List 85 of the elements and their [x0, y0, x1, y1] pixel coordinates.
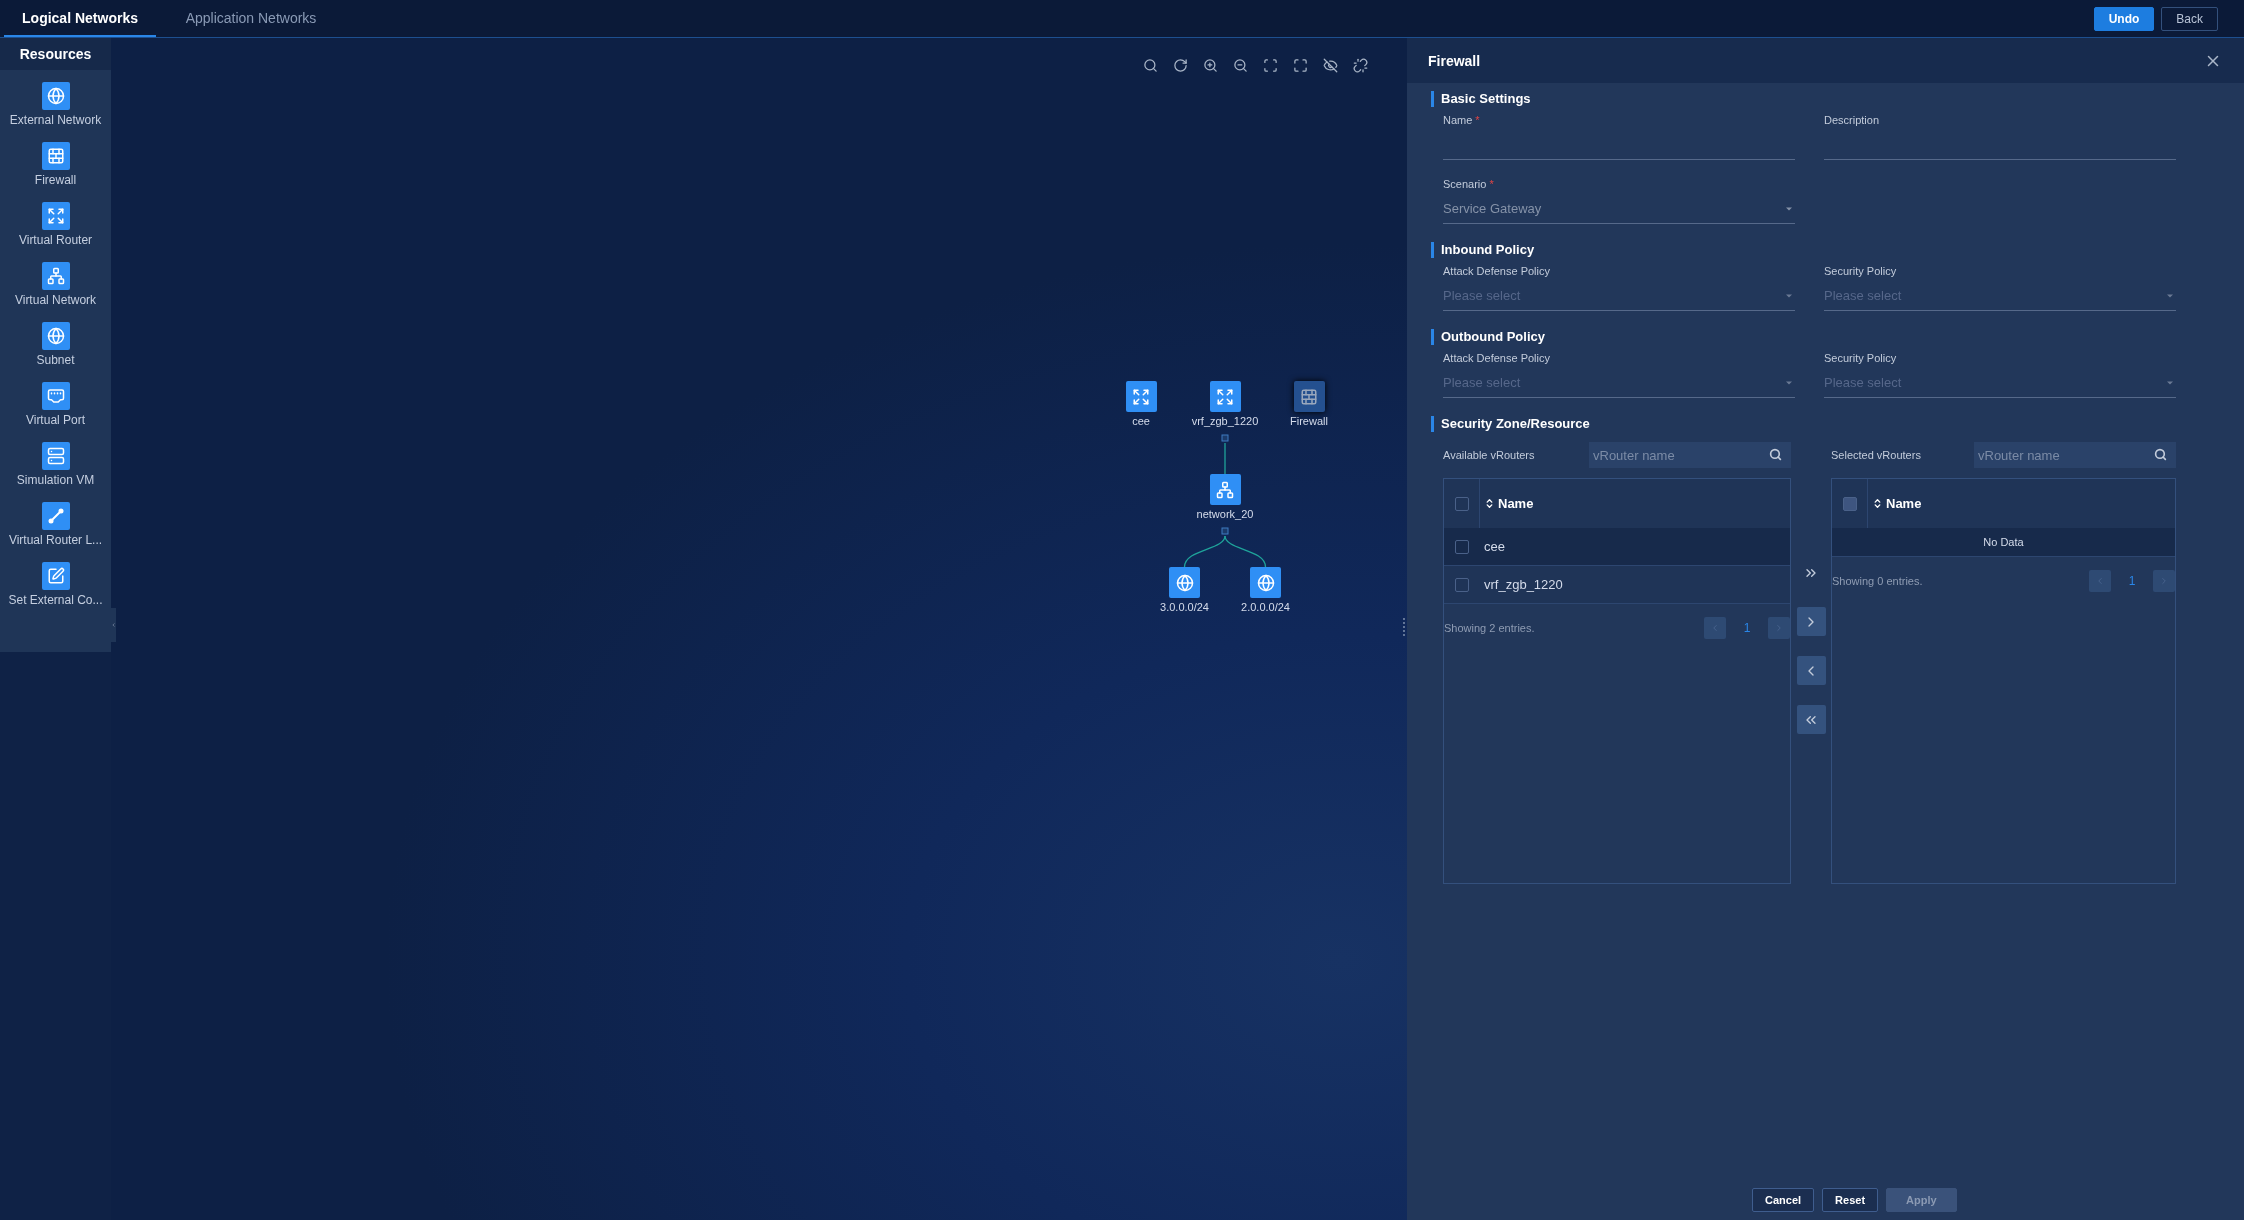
node-label: vrf_zgb_1220 — [1191, 415, 1259, 427]
required-mark: * — [1475, 114, 1480, 126]
search-icon[interactable] — [1142, 57, 1158, 73]
server-icon[interactable] — [41, 442, 70, 470]
resource-label: Simulation VM — [16, 473, 95, 487]
field-label: Scenario * — [1443, 177, 1495, 192]
fullscreen-icon[interactable] — [1292, 57, 1308, 73]
move-button[interactable] — [1796, 656, 1826, 685]
page-number[interactable]: 1 — [1740, 621, 1754, 635]
node-label: Firewall — [1290, 415, 1328, 427]
sidebar-title: Resources — [0, 38, 111, 70]
resource-label: External Network — [9, 113, 102, 127]
field-label: Description — [1824, 113, 1881, 128]
undo-button[interactable]: Undo — [2093, 6, 2155, 31]
row-checkbox[interactable] — [1455, 539, 1469, 554]
node-label: 2.0.0.0/24 — [1241, 601, 1290, 613]
column-header[interactable]: Name — [1480, 496, 1534, 511]
resource-label: Subnet — [36, 353, 75, 367]
section-title: Outbound Policy — [1431, 329, 2176, 345]
resource-label: Firewall — [34, 173, 77, 187]
search-field[interactable]: vRouter name — [1974, 442, 2176, 468]
brick-wall-icon[interactable] — [41, 142, 70, 170]
globe-icon[interactable] — [41, 82, 70, 110]
brick-wall-icon[interactable] — [1293, 381, 1325, 412]
section-title: Inbound Policy — [1431, 242, 2176, 258]
resource-label: Set External Co... — [8, 593, 103, 607]
expand-arrows-icon[interactable] — [1125, 381, 1157, 412]
required-mark: * — [1489, 178, 1494, 190]
sort-icon — [1872, 498, 1883, 509]
section-title: Security Zone/Resource — [1431, 416, 2176, 432]
table-row[interactable]: cee — [1444, 528, 1790, 566]
connector-line — [1224, 535, 1267, 568]
router-name: cee — [1483, 539, 1505, 554]
node-label: 3.0.0.0/24 — [1160, 601, 1209, 613]
zoom-in-icon[interactable] — [1202, 57, 1218, 73]
panel-title: Firewall — [1428, 52, 1481, 69]
empty-text: No Data — [1832, 528, 2175, 557]
globe-icon[interactable] — [41, 322, 70, 350]
search-icon[interactable] — [1769, 448, 1782, 461]
ethernet-port-icon[interactable] — [41, 382, 70, 410]
field-label: Attack Defense Policy — [1443, 264, 1551, 279]
search-icon[interactable] — [2154, 448, 2167, 461]
move-button[interactable] — [1796, 607, 1826, 636]
fit-icon[interactable] — [1262, 57, 1278, 73]
connector-line — [1183, 535, 1226, 568]
search-field[interactable]: vRouter name — [1589, 442, 1791, 468]
zoom-out-icon[interactable] — [1232, 57, 1248, 73]
refresh-icon[interactable] — [1172, 57, 1188, 73]
back-button[interactable]: Back — [2161, 6, 2218, 31]
collapse-handle[interactable] — [111, 608, 116, 642]
footer-button[interactable]: Cancel — [1752, 1188, 1815, 1212]
unlink-icon[interactable] — [1352, 57, 1368, 73]
entries-summary: Showing 2 entries. — [1444, 622, 1535, 634]
node-label: cee — [1132, 415, 1150, 427]
page-number[interactable]: 1 — [2125, 574, 2139, 588]
resource-label: Virtual Network — [14, 293, 97, 307]
edit-icon[interactable] — [41, 562, 70, 590]
node-label: network_20 — [1196, 508, 1254, 520]
expand-arrows-icon[interactable] — [1209, 381, 1241, 412]
hierarchy-icon[interactable] — [41, 262, 70, 290]
resource-label: Virtual Router — [18, 233, 93, 247]
move-button[interactable] — [1796, 705, 1826, 734]
router-name: vrf_zgb_1220 — [1483, 577, 1563, 592]
sort-icon — [1484, 498, 1495, 509]
row-checkbox[interactable] — [1455, 577, 1469, 592]
resource-label: Virtual Router L... — [8, 533, 103, 547]
field-label: Security Policy — [1824, 264, 1898, 279]
list-label: Available vRouters — [1443, 449, 1535, 461]
select-all-checkbox[interactable] — [1454, 496, 1469, 511]
list-label: Selected vRouters — [1831, 449, 1921, 461]
connector-line — [1224, 442, 1226, 475]
field-label: Name * — [1443, 113, 1481, 128]
footer-button[interactable]: Reset — [1822, 1188, 1879, 1212]
column-header[interactable]: Name — [1868, 496, 1922, 511]
hide-icon[interactable] — [1322, 57, 1338, 73]
chevron-left-icon — [111, 621, 116, 629]
entries-summary: Showing 0 entries. — [1832, 575, 1923, 587]
link-icon[interactable] — [41, 502, 70, 530]
field-label: Attack Defense Policy — [1443, 351, 1551, 366]
field-label: Security Policy — [1824, 351, 1898, 366]
expand-arrows-icon[interactable] — [41, 202, 70, 230]
tab[interactable]: Application Networks — [156, 0, 346, 37]
resource-label: Virtual Port — [25, 413, 86, 427]
section-title: Basic Settings — [1431, 91, 2176, 107]
hierarchy-icon[interactable] — [1209, 474, 1241, 505]
